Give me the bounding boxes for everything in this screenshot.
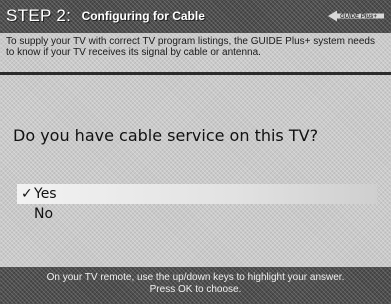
- footer-line-1: On your TV remote, use the up/down keys …: [46, 272, 345, 283]
- option-yes[interactable]: ✓ Yes: [17, 184, 377, 204]
- footer-instructions: On your TV remote, use the up/down keys …: [0, 272, 391, 296]
- divider: [0, 72, 391, 75]
- answer-list: ✓ Yes No: [0, 184, 391, 224]
- guide-plus-logo-icon: GUIDE Plus+: [328, 10, 384, 22]
- footer-bar: On your TV remote, use the up/down keys …: [0, 267, 391, 304]
- option-label: No: [34, 206, 54, 222]
- header-bar: STEP 2: Configuring for Cable GUIDE Plus…: [0, 0, 391, 33]
- svg-text:GUIDE Plus+: GUIDE Plus+: [340, 14, 377, 20]
- step-label: STEP 2:: [6, 6, 72, 25]
- step-subtitle: Configuring for Cable: [81, 9, 205, 23]
- guide-plus-logo: GUIDE Plus+: [324, 8, 386, 24]
- option-no[interactable]: No: [0, 204, 391, 224]
- checkmark-icon: ✓: [21, 186, 33, 202]
- question-text: Do you have cable service on this TV?: [13, 126, 319, 145]
- screen-title: STEP 2: Configuring for Cable: [6, 6, 205, 26]
- option-label: Yes: [34, 186, 57, 202]
- footer-line-2: Press OK to choose.: [149, 284, 242, 295]
- intro-text: To supply your TV with correct TV progra…: [6, 36, 375, 58]
